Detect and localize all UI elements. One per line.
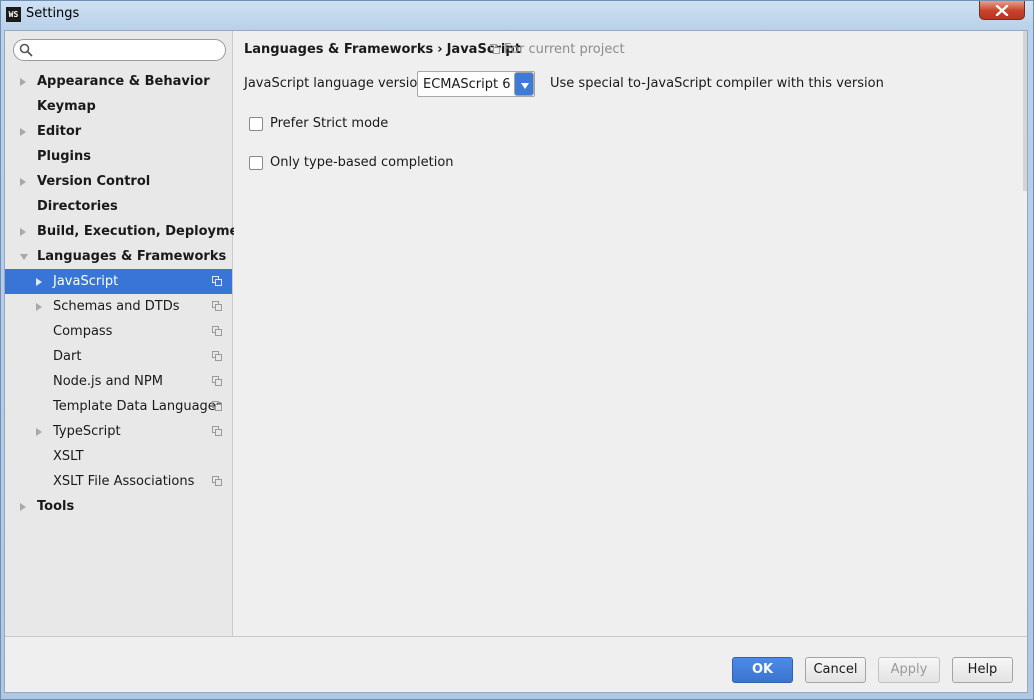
sidebar-item-label: Keymap — [37, 99, 96, 114]
dialog-client-area: Appearance & Behavior Keymap Editor Plug… — [4, 30, 1028, 693]
language-version-label: JavaScript language version — [244, 76, 426, 91]
checkbox-label: Only type-based completion — [270, 155, 454, 170]
expand-arrow-icon[interactable] — [36, 428, 42, 436]
sidebar-item-label: Version Control — [37, 174, 151, 189]
window-title: Settings — [26, 6, 80, 21]
project-scope-icon — [212, 276, 222, 286]
language-version-dropdown[interactable]: ECMAScript 6 — [417, 71, 535, 97]
dialog-footer: OK Cancel Apply Help — [5, 636, 1027, 692]
sidebar-item-editor[interactable]: Editor — [5, 119, 232, 144]
sidebar-item-nodejs-npm[interactable]: Node.js and NPM — [5, 369, 232, 394]
breadcrumb-parent: Languages & Frameworks — [244, 42, 434, 57]
sidebar-item-label: XSLT — [53, 449, 84, 464]
project-scope-icon — [212, 476, 222, 486]
language-version-row: JavaScript language version ECMAScript 6… — [244, 71, 1014, 97]
sidebar-item-dart[interactable]: Dart — [5, 344, 232, 369]
search-input[interactable] — [36, 42, 221, 58]
sidebar-item-label: Schemas and DTDs — [53, 299, 180, 314]
expand-arrow-icon[interactable] — [20, 78, 26, 86]
project-scope-icon — [212, 376, 222, 386]
sidebar-item-languages-frameworks[interactable]: Languages & Frameworks — [5, 244, 232, 269]
cancel-button[interactable]: Cancel — [805, 657, 866, 683]
expand-arrow-icon[interactable] — [20, 128, 26, 136]
expand-arrow-icon[interactable] — [36, 278, 42, 286]
settings-tree: Appearance & Behavior Keymap Editor Plug… — [5, 69, 254, 519]
close-window-button[interactable] — [979, 1, 1025, 20]
sidebar-item-plugins[interactable]: Plugins — [5, 144, 232, 169]
sidebar-item-label: Compass — [53, 324, 113, 339]
sidebar-item-label: Tools — [37, 499, 75, 514]
apply-button[interactable]: Apply — [878, 657, 940, 683]
close-icon — [995, 4, 1009, 16]
sidebar-item-label: Plugins — [37, 149, 91, 164]
scope-label: For current project — [504, 42, 625, 57]
expand-arrow-icon[interactable] — [20, 178, 26, 186]
checkbox-box[interactable] — [249, 117, 263, 131]
sidebar-item-compass[interactable]: Compass — [5, 319, 232, 344]
sidebar-item-javascript[interactable]: JavaScript — [5, 269, 232, 294]
sidebar-item-keymap[interactable]: Keymap — [5, 94, 232, 119]
breadcrumb-separator: › — [437, 42, 443, 57]
settings-sidebar: Appearance & Behavior Keymap Editor Plug… — [5, 31, 254, 636]
sidebar-item-label: Languages & Frameworks — [37, 249, 227, 264]
sidebar-item-label: Appearance & Behavior — [37, 74, 210, 89]
checkbox-box[interactable] — [249, 156, 263, 170]
sidebar-item-typescript[interactable]: TypeScript — [5, 419, 232, 444]
sidebar-item-label: Editor — [37, 124, 82, 139]
sidebar-item-appearance-behavior[interactable]: Appearance & Behavior — [5, 69, 232, 94]
settings-window: WS Settings Appearance & Behavior Keymap… — [0, 0, 1034, 700]
title-bar[interactable]: WS Settings — [1, 1, 1033, 29]
expand-arrow-icon[interactable] — [20, 228, 26, 236]
ok-button[interactable]: OK — [732, 657, 793, 683]
sidebar-item-template-data-languages[interactable]: Template Data Languages — [5, 394, 232, 419]
project-scope-icon — [212, 326, 222, 336]
expand-arrow-icon[interactable] — [36, 303, 42, 311]
project-scope-icon — [212, 401, 222, 411]
language-version-hint: Use special to-JavaScript compiler with … — [550, 76, 884, 91]
collapse-arrow-icon[interactable] — [20, 254, 28, 260]
sidebar-item-build-execution-deployment[interactable]: Build, Execution, Deployment — [5, 219, 254, 244]
breadcrumb: Languages & Frameworks › JavaScript — [244, 42, 521, 57]
sidebar-item-label: Dart — [53, 349, 82, 364]
chevron-down-icon[interactable] — [514, 72, 534, 96]
sidebar-item-label: Node.js and NPM — [53, 374, 163, 389]
project-scope-icon — [212, 351, 222, 361]
sidebar-item-label: XSLT File Associations — [53, 474, 195, 489]
help-button[interactable]: Help — [952, 657, 1013, 683]
project-scope-icon — [212, 301, 222, 311]
checkbox-label: Prefer Strict mode — [270, 116, 389, 131]
sidebar-item-xslt-file-associations[interactable]: XSLT File Associations — [5, 469, 232, 494]
webstorm-app-icon: WS — [6, 7, 21, 22]
search-field[interactable] — [13, 39, 226, 61]
sidebar-item-label: Template Data Languages — [53, 399, 223, 414]
sidebar-item-schemas-dtds[interactable]: Schemas and DTDs — [5, 294, 232, 319]
sidebar-item-label: TypeScript — [53, 424, 121, 439]
sidebar-item-label: Directories — [37, 199, 118, 214]
sidebar-item-label: JavaScript — [53, 274, 119, 289]
sidebar-item-tools[interactable]: Tools — [5, 494, 232, 519]
vertical-scrollbar[interactable] — [1023, 31, 1027, 191]
sidebar-item-directories[interactable]: Directories — [5, 194, 232, 219]
sidebar-item-version-control[interactable]: Version Control — [5, 169, 232, 194]
language-version-value: ECMAScript 6 — [423, 77, 511, 92]
project-scope-icon — [212, 426, 222, 436]
settings-content-panel: Languages & Frameworks › JavaScript For cu… — [234, 31, 1027, 636]
sidebar-item-xslt[interactable]: XSLT — [5, 444, 232, 469]
sidebar-item-label: Build, Execution, Deployment — [37, 224, 254, 239]
expand-arrow-icon[interactable] — [20, 503, 26, 511]
search-icon — [19, 43, 33, 57]
project-scope-icon — [490, 44, 500, 54]
scope-indicator: For current project — [490, 42, 625, 57]
